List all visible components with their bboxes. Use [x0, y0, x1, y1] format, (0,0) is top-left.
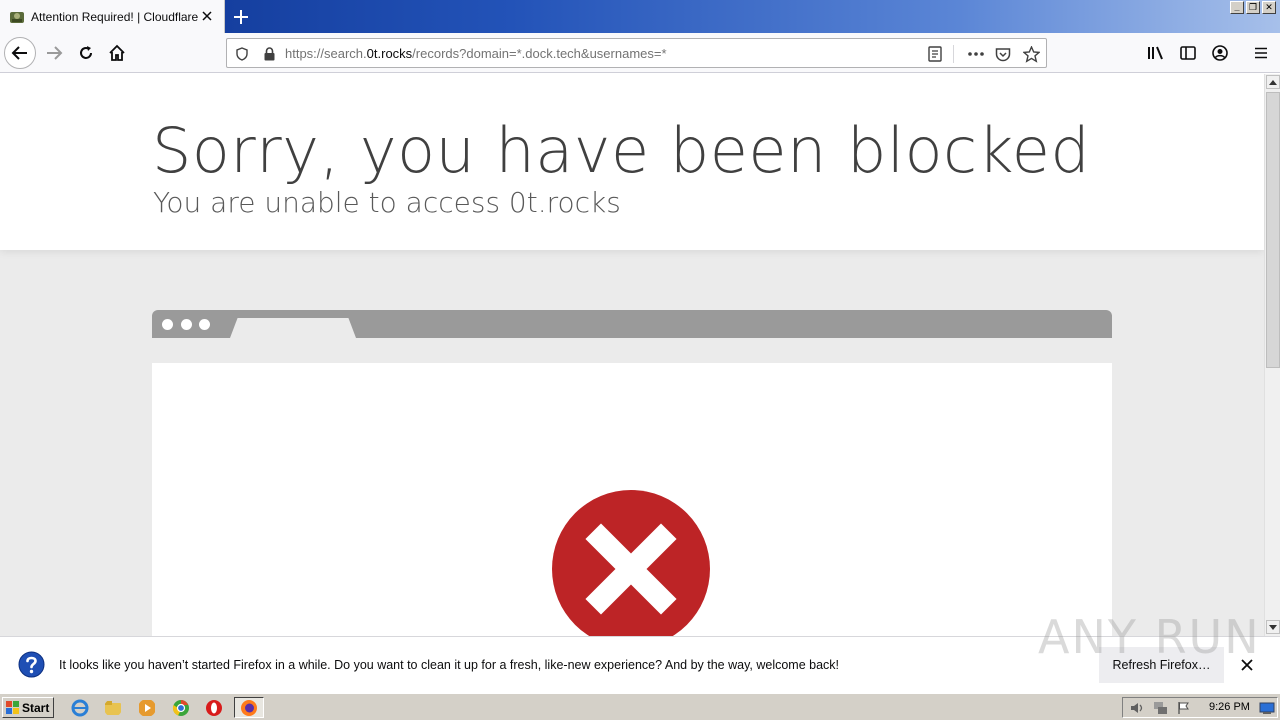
forward-arrow-icon	[47, 46, 63, 60]
refresh-firefox-notification: It looks like you haven’t started Firefo…	[0, 636, 1280, 693]
illustration-tab	[230, 318, 356, 338]
tracking-shield-icon[interactable]	[233, 45, 251, 63]
chrome-icon[interactable]	[172, 699, 190, 717]
page-actions-icon[interactable]	[967, 45, 985, 63]
windows-logo-icon	[6, 701, 19, 714]
windows-taskbar: Start 9:26 PM	[0, 693, 1280, 720]
url-path: /records?domain=*.dock.tech&usernames=*	[412, 46, 667, 61]
scroll-down-arrow-icon[interactable]	[1266, 620, 1280, 634]
minimize-button[interactable]: _	[1230, 1, 1244, 14]
home-button[interactable]	[101, 37, 133, 69]
back-button[interactable]	[4, 37, 36, 69]
reload-button[interactable]	[70, 37, 102, 69]
bookmark-star-icon[interactable]	[1022, 45, 1040, 63]
cloudflare-favicon-icon	[10, 11, 24, 23]
menu-button[interactable]	[1245, 37, 1277, 69]
opera-icon[interactable]	[205, 699, 223, 717]
system-tray: 9:26 PM	[1122, 697, 1278, 718]
tab-cloudflare[interactable]: Attention Required! | Cloudflare	[0, 0, 225, 33]
firefox-icon	[241, 700, 257, 716]
navigation-toolbar: https://search.0t.rocks/records?domain=*…	[0, 33, 1280, 73]
show-desktop-icon[interactable]	[1259, 701, 1275, 715]
illustration-dot	[181, 319, 192, 330]
url-bar[interactable]: https://search.0t.rocks/records?domain=*…	[226, 38, 1047, 68]
start-button[interactable]: Start	[2, 697, 54, 718]
browser-illustration-bar	[152, 310, 1112, 338]
home-icon	[109, 44, 125, 61]
url-prefix: https://search.	[285, 46, 367, 61]
close-window-button[interactable]: ✕	[1262, 1, 1276, 14]
library-button[interactable]	[1140, 37, 1172, 69]
close-notification-icon[interactable]	[1240, 658, 1254, 672]
sidebar-button[interactable]	[1172, 37, 1204, 69]
forward-button[interactable]	[38, 37, 70, 69]
url-text: https://search.0t.rocks/records?domain=*…	[285, 46, 667, 61]
new-tab-icon[interactable]	[230, 6, 252, 28]
page-content: Sorry, you have been blocked You are una…	[0, 74, 1264, 636]
pocket-icon[interactable]	[994, 45, 1012, 63]
hamburger-menu-icon	[1255, 47, 1267, 59]
scroll-up-arrow-icon[interactable]	[1266, 75, 1280, 89]
media-player-icon[interactable]	[138, 699, 156, 717]
refresh-firefox-button[interactable]: Refresh Firefox…	[1099, 647, 1224, 683]
screen: Attention Required! | Cloudflare _ ❐ ✕ h…	[0, 0, 1280, 720]
scrollbar-thumb[interactable]	[1266, 92, 1280, 368]
internet-explorer-icon[interactable]	[71, 699, 89, 717]
file-explorer-icon[interactable]	[104, 699, 122, 717]
error-circle	[552, 490, 710, 636]
lock-icon[interactable]	[260, 45, 278, 63]
restore-button[interactable]: ❐	[1246, 1, 1260, 14]
close-tab-icon[interactable]	[200, 9, 214, 23]
browser-illustration-body	[152, 363, 1112, 636]
tab-strip: Attention Required! | Cloudflare _ ❐ ✕	[0, 0, 1280, 33]
url-bar-separator	[953, 45, 954, 63]
page-subheading: You are unable to access 0t.rocks	[153, 186, 621, 219]
reload-icon	[80, 46, 92, 59]
reader-view-icon[interactable]	[926, 45, 944, 63]
sidebar-icon	[1180, 46, 1196, 60]
vertical-scrollbar[interactable]	[1264, 74, 1280, 636]
firefox-taskbar-button[interactable]	[234, 697, 264, 718]
tab-title: Attention Required! | Cloudflare	[31, 9, 199, 24]
volume-icon[interactable]	[1129, 701, 1145, 715]
account-button[interactable]	[1204, 37, 1236, 69]
taskbar-clock: 9:26 PM	[1209, 701, 1250, 713]
account-icon	[1212, 45, 1228, 61]
illustration-dot	[199, 319, 210, 330]
error-x-icon	[585, 523, 677, 615]
url-host: 0t.rocks	[366, 46, 413, 61]
notification-message: It looks like you haven’t started Firefo…	[59, 658, 840, 672]
illustration-dot	[162, 319, 173, 330]
start-label: Start	[22, 700, 50, 715]
window-controls: _ ❐ ✕	[1230, 1, 1276, 14]
library-icon	[1148, 46, 1163, 60]
action-center-flag-icon[interactable]	[1177, 701, 1191, 715]
page-heading: Sorry, you have been blocked	[152, 114, 1091, 187]
back-arrow-icon	[11, 46, 27, 60]
network-icon[interactable]	[1153, 701, 1169, 715]
block-header: Sorry, you have been blocked You are una…	[0, 74, 1264, 250]
question-icon	[18, 651, 45, 678]
